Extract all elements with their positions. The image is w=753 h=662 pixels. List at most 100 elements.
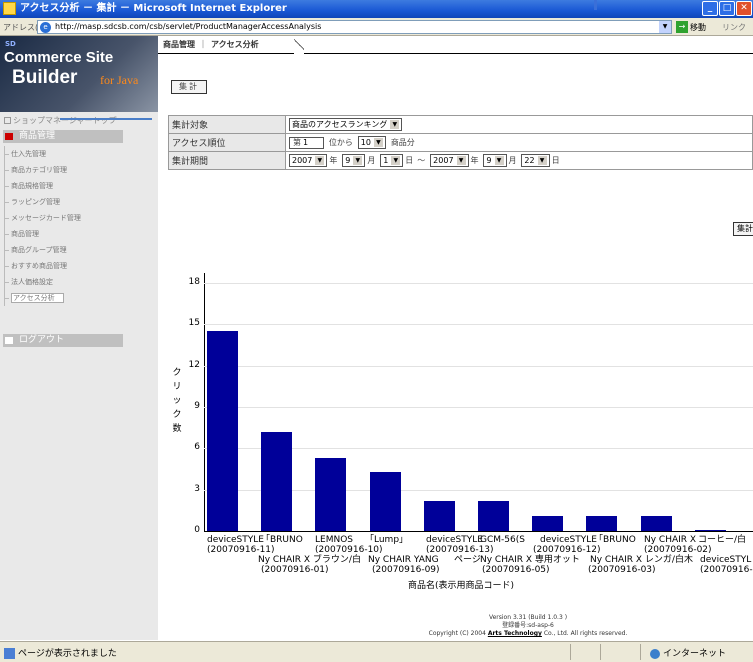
window-titlebar: アクセス分析 － 集計 － Microsoft Internet Explore… xyxy=(0,0,753,18)
go-button[interactable]: → 移動 xyxy=(676,21,706,33)
rank-count-select[interactable]: 10 ▼ xyxy=(357,136,386,149)
logo-line2: Builder xyxy=(12,67,78,88)
day-unit: 日 xyxy=(551,156,560,165)
x-tick-label: ページ xyxy=(454,555,481,565)
tally-button[interactable]: 集計 xyxy=(733,222,753,236)
decorative-line xyxy=(60,118,152,120)
address-bar: アドレス(D) e http://masp.sdcsb.com/csb/serv… xyxy=(0,18,753,36)
close-button[interactable]: ✕ xyxy=(736,1,752,16)
bar xyxy=(369,471,401,531)
x-axis xyxy=(204,531,753,532)
y-tick-label: 15 xyxy=(188,318,200,329)
minimize-button[interactable]: _ xyxy=(702,1,718,16)
registration-text: 登録番号:sd-asp-6 xyxy=(502,622,554,629)
category-marker-icon xyxy=(5,133,13,140)
x-tick-label: (20070916-05) xyxy=(482,565,550,575)
sidebar-item-message-cards[interactable]: メッセージカード管理 xyxy=(5,210,132,226)
main-content: 商品管理｜アクセス分析 集計 集計対象 商品のアクセスランキング ▼ アクセス順位… xyxy=(158,36,753,640)
to-day-select[interactable]: 22 ▼ xyxy=(521,154,550,167)
rank-cell: 第1 位から 10 ▼ 商品分 xyxy=(285,133,753,152)
sidebar-item-products[interactable]: 商品管理 xyxy=(5,226,132,242)
target-label: 集計対象 xyxy=(168,115,286,134)
from-day-value: 1 xyxy=(383,156,389,165)
dropdown-arrow-icon: ▼ xyxy=(390,120,400,129)
y-tick-label: 0 xyxy=(194,525,200,535)
rank-start-value: 1 xyxy=(303,137,309,147)
sidebar-item-product-groups[interactable]: 商品グループ管理 xyxy=(5,242,132,258)
tally-tab-button[interactable]: 集計 xyxy=(171,80,207,94)
x-tick-label: (20070916-09) xyxy=(372,565,440,575)
bar xyxy=(423,500,455,531)
company-link[interactable]: Arts Technology xyxy=(488,630,542,637)
status-text: ページが表示されました xyxy=(18,649,117,659)
sidebar-item-label: 商品グループ管理 xyxy=(11,246,67,254)
to-year-select[interactable]: 2007 ▼ xyxy=(430,154,469,167)
go-arrow-icon: → xyxy=(676,21,688,33)
rank-suffix: 商品分 xyxy=(390,138,415,147)
version-text: Version 3.31 (Build 1.0.3 ) xyxy=(488,614,568,621)
status-message: ページが表示されました xyxy=(4,646,117,659)
sidebar-item-recommended[interactable]: おすすめ商品管理 xyxy=(5,258,132,274)
to-month-select[interactable]: 9 ▼ xyxy=(483,154,507,167)
tab-corner xyxy=(294,36,304,54)
year-unit: 年 xyxy=(470,156,479,165)
globe-icon xyxy=(650,648,660,659)
logo-sd: SD xyxy=(5,40,16,48)
status-divider xyxy=(600,644,601,660)
rank-mid-text: 位から xyxy=(328,138,353,147)
from-day-select[interactable]: 1 ▼ xyxy=(380,154,404,167)
status-divider xyxy=(640,644,641,660)
sidebar-item-label: ラッピング管理 xyxy=(11,198,60,206)
sidebar-item-label: 商品規格管理 xyxy=(11,182,53,190)
from-month-value: 9 xyxy=(345,156,351,165)
sidebar-category-product[interactable]: 商品管理 xyxy=(3,130,123,143)
sidebar-item-label: メッセージカード管理 xyxy=(11,214,81,222)
rank-count-value: 10 xyxy=(360,138,371,147)
target-select-value: 商品のアクセスランキング xyxy=(292,120,388,129)
logout-button[interactable]: ログアウト xyxy=(3,334,123,347)
bar xyxy=(532,515,564,531)
zone-text: インターネット xyxy=(663,649,727,659)
from-month-select[interactable]: 9 ▼ xyxy=(342,154,366,167)
sidebar-item-categories[interactable]: 商品カテゴリ管理 xyxy=(5,162,132,178)
sidebar-item-corporate-pricing[interactable]: 法人価格設定 xyxy=(5,274,132,290)
copyright-prefix: Copyright (C) 2004 xyxy=(428,630,488,637)
sidebar-item-label: アクセス分析 xyxy=(11,293,64,303)
status-divider xyxy=(570,644,571,660)
x-tick-label: (20070916-03) xyxy=(588,565,656,575)
breadcrumb-section[interactable]: 商品管理 xyxy=(163,40,195,49)
y-tick-label: 3 xyxy=(194,483,200,494)
url-text: http://masp.sdcsb.com/csb/servlet/Produc… xyxy=(55,22,322,31)
month-unit: 月 xyxy=(367,156,376,165)
maximize-button[interactable]: □ xyxy=(719,1,735,16)
sidebar-item-access-analysis[interactable]: アクセス分析 xyxy=(5,290,132,306)
sidebar-item-label: 商品カテゴリ管理 xyxy=(11,166,67,174)
breadcrumb: 商品管理 ｜ アクセス分析 xyxy=(158,36,753,54)
url-dropdown-icon[interactable]: ▼ xyxy=(659,21,671,33)
shop-top-icon xyxy=(4,117,11,124)
y-tick-label: 6 xyxy=(194,442,200,453)
rank-start-input[interactable]: 第1 xyxy=(289,136,324,149)
sidebar-item-specs[interactable]: 商品規格管理 xyxy=(5,178,132,194)
sidebar-item-suppliers[interactable]: 仕入先管理 xyxy=(5,146,132,162)
security-zone: インターネット xyxy=(650,646,726,659)
links-label[interactable]: リンク xyxy=(722,22,746,33)
sidebar: ショップマネージャートップ 商品管理 仕入先管理 商品カテゴリ管理 商品規格管理… xyxy=(0,112,158,640)
target-select[interactable]: 商品のアクセスランキング ▼ xyxy=(289,118,403,131)
bar xyxy=(640,515,672,531)
x-tick-label: (20070916-01) xyxy=(261,565,329,575)
logo-line1: Commerce Site xyxy=(4,49,114,66)
month-unit: 月 xyxy=(508,156,517,165)
bar xyxy=(207,331,238,531)
sidebar-item-label: 法人価格設定 xyxy=(11,278,53,286)
period-label: 集計期間 xyxy=(168,151,286,170)
from-year-select[interactable]: 2007 ▼ xyxy=(289,154,328,167)
sidebar-shop-top-link[interactable]: ショップマネージャートップ xyxy=(4,115,116,126)
gridline xyxy=(204,283,753,284)
sidebar-item-wrapping[interactable]: ラッピング管理 xyxy=(5,194,132,210)
day-unit: 日 xyxy=(405,156,414,165)
gridline xyxy=(204,324,753,326)
bar xyxy=(478,500,509,531)
to-month-value: 9 xyxy=(486,156,492,165)
url-field[interactable]: e http://masp.sdcsb.com/csb/servlet/Prod… xyxy=(37,20,672,34)
